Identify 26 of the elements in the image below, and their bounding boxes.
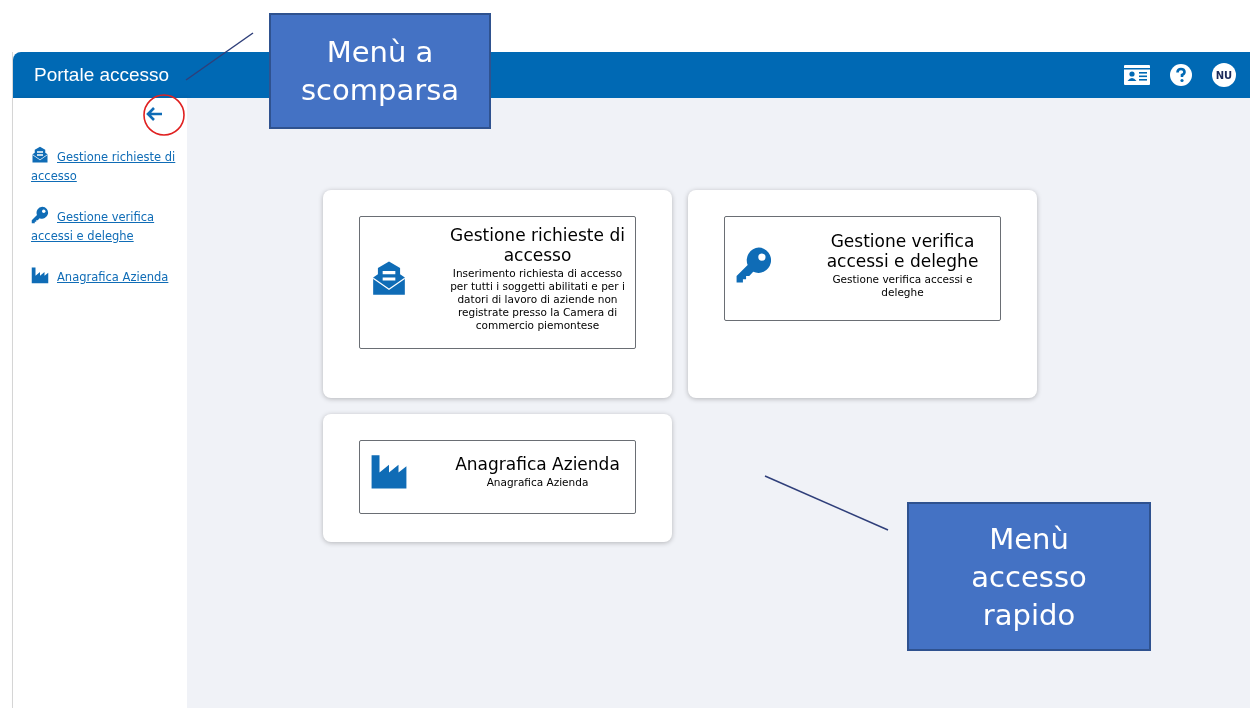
sidebar-link[interactable]: Gestione richieste di accesso: [31, 146, 179, 186]
user-avatar[interactable]: NU: [1212, 63, 1236, 87]
quick-access-tile[interactable]: Gestione verifica accessi e deleghe Gestione verifica accessi e deleghe: [724, 216, 1001, 321]
callout-label: Menù a scomparsa: [269, 13, 491, 129]
key-icon: [31, 206, 49, 224]
tile-title: Gestione richieste di accesso: [450, 225, 625, 265]
quick-access-tile[interactable]: Anagrafica Azienda Anagrafica Azienda: [359, 440, 636, 514]
factory-icon: [31, 266, 49, 284]
envelope-icon: [370, 259, 408, 298]
tile-description: Anagrafica Azienda: [486, 475, 589, 489]
tile-title: Gestione verifica accessi e deleghe: [825, 230, 980, 271]
quick-access-tile[interactable]: Gestione richieste di accesso Inserimento richiesta di accesso per tutti i soggetti abilitati e per i datori di lavoro di aziende non registrate presso la Camera di commercio piemontese: [359, 216, 636, 349]
sidebar-link[interactable]: Gestione verifica accessi e deleghe: [31, 206, 179, 246]
envelope-icon: [31, 146, 49, 164]
id-card-icon[interactable]: [1124, 65, 1150, 85]
sidebar-link[interactable]: Anagrafica Azienda: [31, 266, 179, 287]
highlight-circle: [143, 94, 185, 136]
app-title: Portale accesso: [34, 64, 171, 86]
tile-description: Inserimento richiesta di accesso per tutti i soggetti abilitati e per i datori di lavoro di aziende non registrate presso la Camera di commercio piemontese: [450, 267, 625, 332]
key-icon: [735, 245, 773, 284]
tile-title: Anagrafica Azienda: [455, 453, 620, 474]
tile-description: Gestione verifica accessi e deleghe: [831, 272, 974, 299]
leader-line: [185, 32, 254, 81]
help-icon[interactable]: [1170, 64, 1192, 86]
callout-label: Menù accesso rapido: [907, 502, 1151, 651]
factory-icon: [370, 452, 408, 490]
